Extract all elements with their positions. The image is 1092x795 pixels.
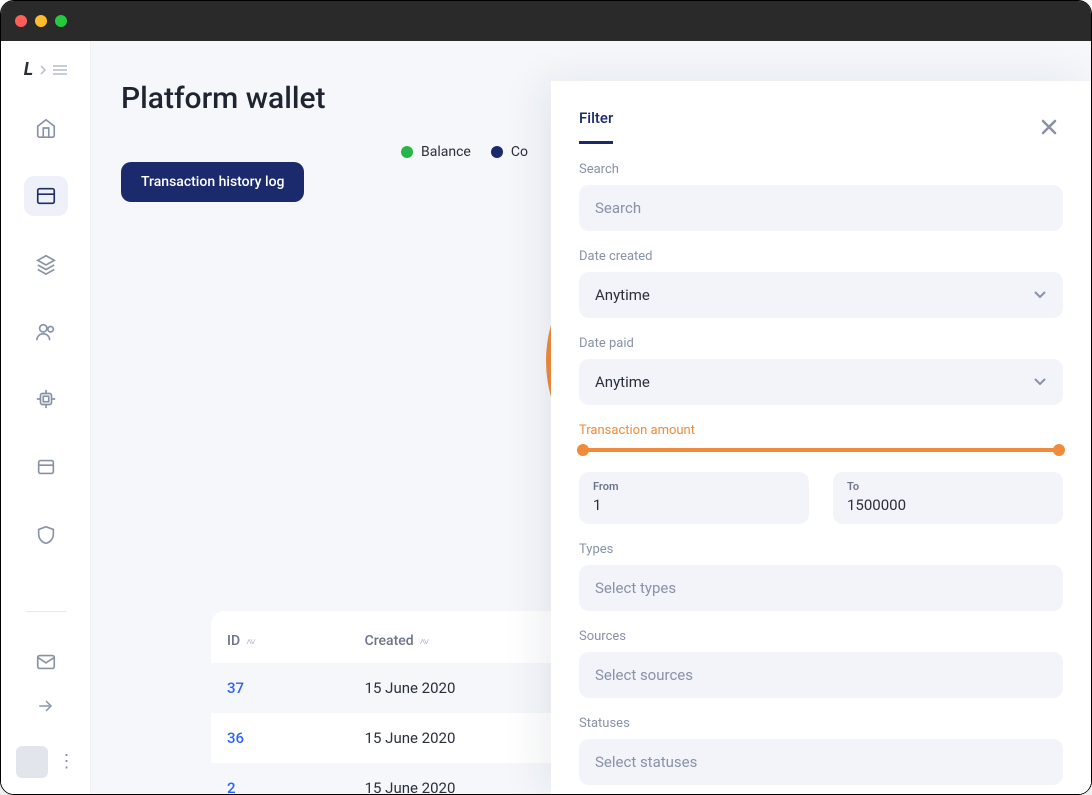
sidebar-divider — [26, 611, 66, 612]
traffic-zoom-icon[interactable] — [55, 15, 67, 27]
slider-handle-from[interactable] — [577, 444, 589, 456]
sidebar-item-users[interactable] — [24, 312, 68, 352]
sidebar-item-send[interactable] — [24, 684, 68, 728]
logo-icon: L — [24, 59, 33, 80]
amount-from-box[interactable]: From — [579, 472, 809, 524]
statuses-label: Statuses — [579, 716, 1063, 731]
amount-label: Transaction amount — [579, 423, 1063, 438]
more-icon[interactable]: ⋮ — [58, 753, 76, 771]
sources-label: Sources — [579, 629, 1063, 644]
sources-select[interactable]: Select sources — [579, 652, 1063, 698]
app-window: L — [0, 0, 1092, 795]
sidebar-item-shield[interactable] — [24, 515, 68, 555]
amount-to-input[interactable] — [847, 496, 1049, 514]
traffic-minimize-icon[interactable] — [35, 15, 47, 27]
sidebar: L — [1, 41, 91, 794]
close-icon[interactable] — [1035, 113, 1063, 141]
date-paid-select[interactable]: Anytime — [579, 359, 1063, 405]
col-id[interactable]: ID˄˅ — [211, 619, 349, 663]
cell-id[interactable]: 37 — [211, 663, 349, 713]
legend-balance: Balance — [401, 144, 471, 160]
cell-id[interactable]: 2 — [211, 763, 349, 794]
date-created-label: Date created — [579, 249, 1063, 264]
date-paid-label: Date paid — [579, 336, 1063, 351]
sort-icon: ˄˅ — [246, 637, 254, 648]
dot-navy-icon — [491, 146, 503, 158]
search-label: Search — [579, 162, 1063, 177]
legend-label: Co — [511, 144, 528, 160]
sidebar-item-processor[interactable] — [24, 380, 68, 420]
to-label: To — [847, 480, 1049, 493]
sidebar-item-wallet[interactable] — [24, 176, 68, 216]
date-created-value: Anytime — [579, 272, 1063, 318]
traffic-close-icon[interactable] — [15, 15, 27, 27]
tab-history[interactable]: Transaction history log — [121, 162, 304, 202]
slider-handle-to[interactable] — [1053, 444, 1065, 456]
sidebar-item-layers[interactable] — [24, 244, 68, 284]
amount-slider[interactable] — [579, 448, 1063, 452]
legend-label: Balance — [421, 144, 471, 160]
sort-icon: ˄˅ — [420, 637, 428, 648]
statuses-select[interactable]: Select statuses — [579, 739, 1063, 785]
filter-panel: Filter Search Date created Anytime — [551, 81, 1091, 794]
titlebar — [1, 1, 1091, 41]
amount-to-box[interactable]: To — [833, 472, 1063, 524]
amount-from-input[interactable] — [593, 496, 795, 514]
sidebar-item-archive[interactable] — [24, 447, 68, 487]
tab-label: Transaction history log — [141, 174, 284, 190]
search-input[interactable] — [579, 185, 1063, 231]
date-created-select[interactable]: Anytime — [579, 272, 1063, 318]
sidebar-logo[interactable]: L — [24, 59, 67, 80]
sidebar-item-mail[interactable] — [24, 640, 68, 684]
sidebar-item-home[interactable] — [24, 108, 68, 148]
types-label: Types — [579, 542, 1063, 557]
dot-green-icon — [401, 146, 413, 158]
cell-id[interactable]: 36 — [211, 713, 349, 763]
filter-tab[interactable]: Filter — [579, 109, 613, 144]
types-select[interactable]: Select types — [579, 565, 1063, 611]
date-paid-value: Anytime — [579, 359, 1063, 405]
avatar[interactable] — [16, 746, 48, 778]
from-label: From — [593, 480, 795, 493]
chevron-right-icon — [39, 65, 47, 75]
menu-icon — [53, 65, 67, 75]
legend-commission: Co — [491, 144, 528, 160]
